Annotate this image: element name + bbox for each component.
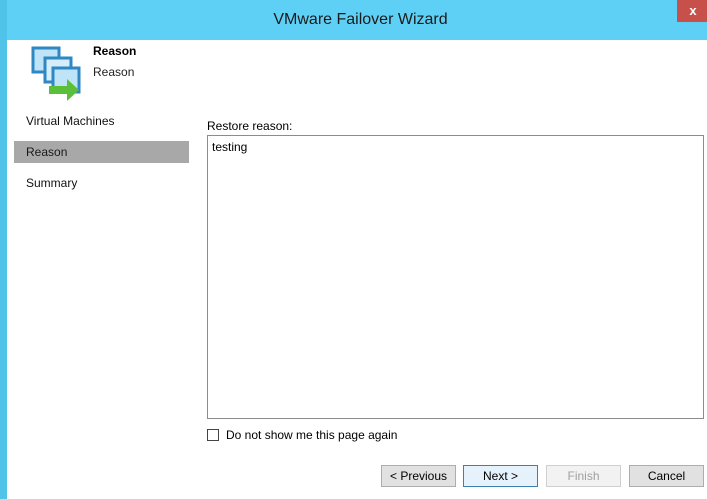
finish-button: Finish [546, 465, 621, 487]
dont-show-again-row[interactable]: Do not show me this page again [207, 427, 397, 443]
wizard-steps: Virtual Machines Reason Summary [14, 110, 189, 203]
title-bar[interactable]: VMware Failover Wizard x [7, 0, 707, 40]
page-title: Reason [93, 44, 137, 58]
previous-button[interactable]: < Previous [381, 465, 456, 487]
window-title: VMware Failover Wizard [273, 11, 448, 28]
dont-show-again-label[interactable]: Do not show me this page again [226, 428, 397, 442]
cancel-button[interactable]: Cancel [629, 465, 704, 487]
step-summary[interactable]: Summary [14, 172, 189, 194]
vm-failover-icon [31, 46, 81, 101]
wizard-window: VMware Failover Wizard x Reason Reason V… [0, 0, 707, 499]
step-reason[interactable]: Reason [14, 141, 189, 163]
restore-reason-label: Restore reason: [207, 119, 293, 133]
restore-reason-input[interactable]: testing [207, 135, 704, 419]
close-button[interactable]: x [677, 0, 707, 22]
dont-show-again-checkbox[interactable] [207, 429, 219, 441]
wizard-header: Reason Reason [14, 40, 707, 103]
next-button[interactable]: Next > [463, 465, 538, 487]
page-subtitle: Reason [93, 65, 135, 79]
step-virtual-machines[interactable]: Virtual Machines [14, 110, 189, 132]
